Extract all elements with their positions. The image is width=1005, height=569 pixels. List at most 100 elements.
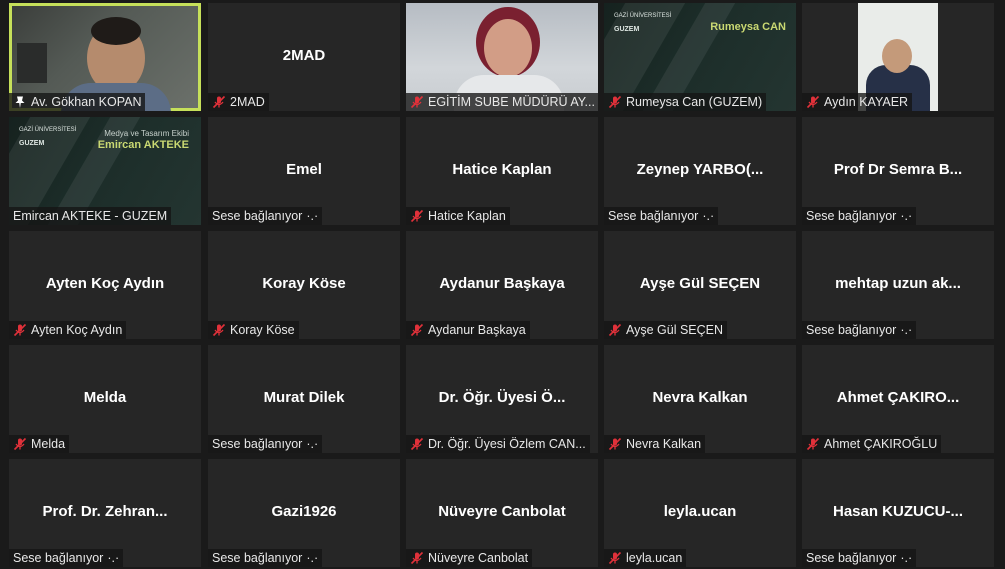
participant-tile-nevra[interactable]: Nevra Kalkan Nevra Kalkan (604, 345, 796, 453)
participant-tile-gokhan[interactable]: Av. Gökhan KOPAN (9, 3, 201, 111)
participant-name-text: Sese bağlanıyor (13, 551, 104, 565)
participant-name-label: Sese bağlanıyor ·.· (802, 549, 917, 567)
participant-display-name: Murat Dilek (263, 389, 345, 406)
participant-name-label: Hatice Kaplan (406, 207, 510, 225)
participant-display-name: Zeynep YARBO(... (636, 161, 764, 178)
participant-display-name: 2MAD (282, 47, 326, 64)
pin-icon (13, 95, 27, 109)
participant-tile-egitim[interactable]: EGİTİM SUBE MÜDÜRÜ AY... (406, 3, 598, 111)
participant-name-label: Melda (9, 435, 70, 453)
mic-muted-icon (608, 323, 622, 337)
mic-muted-icon (410, 437, 424, 451)
participant-name-label: 2MAD (208, 93, 269, 111)
participant-tile-leyla[interactable]: leyla.ucan leyla.ucan (604, 459, 796, 567)
participant-display-name: Prof. Dr. Zehran... (42, 503, 168, 520)
mic-muted-icon (410, 551, 424, 565)
participant-tile-2mad[interactable]: 2MAD 2MAD (208, 3, 400, 111)
participant-name-text: Sese bağlanıyor (212, 209, 303, 223)
participant-name-text: Nüveyre Canbolat (428, 551, 529, 565)
participant-name-label: Nüveyre Canbolat (406, 549, 533, 567)
connecting-dots-icon: ·.· (306, 209, 319, 223)
participant-display-name: mehtap uzun ak... (835, 275, 961, 292)
participant-name-label: Sese bağlanıyor ·.· (802, 207, 917, 225)
participant-name-label: Aydanur Başkaya (406, 321, 530, 339)
participant-tile-hasan[interactable]: Hasan KUZUCU-... Sese bağlanıyor ·.· (802, 459, 994, 567)
participant-tile-nuveyre[interactable]: Nüveyre Canbolat Nüveyre Canbolat (406, 459, 598, 567)
participant-tile-rumeysa[interactable]: GAZİ ÜNİVERSİTESİ GUZEM Rumeysa CAN Rumeysa… (604, 3, 796, 111)
connecting-dots-icon: ·.· (702, 209, 715, 223)
participant-name-text: Sese bağlanıyor (212, 551, 303, 565)
participant-tile-aysegul[interactable]: Ayşe Gül SEÇEN Ayşe Gül SEÇEN (604, 231, 796, 339)
connecting-dots-icon: ·.· (107, 551, 120, 565)
participant-tile-emircan[interactable]: GAZİ ÜNİVERSİTESİ GUZEM Medya ve Tasarım E… (9, 117, 201, 225)
participant-name-label: Ahmet ÇAKIROĞLU (802, 435, 942, 453)
participant-display-name: Ayşe Gül SEÇEN (639, 275, 761, 292)
participant-tile-zehran[interactable]: Prof. Dr. Zehran... Sese bağlanıyor ·.· (9, 459, 201, 567)
participant-name-text: Ahmet ÇAKIROĞLU (824, 437, 938, 451)
participant-name-label: Sese bağlanıyor ·.· (208, 207, 323, 225)
mic-muted-icon (212, 95, 226, 109)
participant-tile-mehtap[interactable]: mehtap uzun ak... Sese bağlanıyor ·.· (802, 231, 994, 339)
participant-tile-koray[interactable]: Koray Köse Koray Köse (208, 231, 400, 339)
participant-tile-ayten[interactable]: Ayten Koç Aydın Ayten Koç Aydın (9, 231, 201, 339)
banner-title: Rumeysa CAN (710, 21, 786, 33)
mic-muted-icon (806, 95, 820, 109)
participant-name-label: Sese bağlanıyor ·.· (9, 549, 124, 567)
guzem-logo: GAZİ ÜNİVERSİTESİ GUZEM (19, 127, 77, 147)
participant-display-name: Ahmet ÇAKIRO... (836, 389, 960, 406)
participant-tile-gazi[interactable]: Gazi1926 Sese bağlanıyor ·.· (208, 459, 400, 567)
participant-name-text: Melda (31, 437, 66, 451)
participant-name-text: leyla.ucan (626, 551, 683, 565)
participant-name-label: leyla.ucan (604, 549, 687, 567)
participant-tile-aydanur[interactable]: Aydanur Başkaya Aydanur Başkaya (406, 231, 598, 339)
connecting-dots-icon: ·.· (306, 551, 319, 565)
participant-name-label: Sese bağlanıyor ·.· (208, 435, 323, 453)
participant-name-label: Av. Gökhan KOPAN (9, 93, 146, 111)
participant-name-text: Hatice Kaplan (428, 209, 506, 223)
connecting-dots-icon: ·.· (306, 437, 319, 451)
participant-display-name: Melda (83, 389, 127, 406)
participant-name-label: Sese bağlanıyor ·.· (802, 321, 917, 339)
video-feed-face (882, 39, 912, 73)
mic-muted-icon (13, 323, 27, 337)
connecting-dots-icon: ·.· (900, 551, 913, 565)
mic-muted-icon (410, 323, 424, 337)
participant-display-name: Prof Dr Semra B... (833, 161, 963, 178)
mic-muted-icon (410, 95, 424, 109)
mic-muted-icon (608, 95, 622, 109)
participant-name-text: EGİTİM SUBE MÜDÜRÜ AY... (428, 95, 595, 109)
participant-display-name: Ayten Koç Aydın (45, 275, 165, 292)
participant-name-label: Ayşe Gül SEÇEN (604, 321, 728, 339)
participant-tile-emel[interactable]: Emel Sese bağlanıyor ·.· (208, 117, 400, 225)
participant-name-text: Sese bağlanıyor (212, 437, 303, 451)
participant-display-name: Nüveyre Canbolat (438, 503, 566, 520)
participant-tile-melda[interactable]: Melda Melda (9, 345, 201, 453)
participant-tile-ozlem[interactable]: Dr. Öğr. Üyesi Ö... Dr. Öğr. Üyesi Özlem … (406, 345, 598, 453)
mic-muted-icon (410, 209, 424, 223)
participant-tile-hatice[interactable]: Hatice Kaplan Hatice Kaplan (406, 117, 598, 225)
banner-title: Emircan AKTEKE (97, 139, 189, 151)
mic-muted-icon (13, 437, 27, 451)
participant-name-label: Koray Köse (208, 321, 299, 339)
video-feed (484, 19, 532, 77)
participant-tile-semra[interactable]: Prof Dr Semra B... Sese bağlanıyor ·.· (802, 117, 994, 225)
participant-name-text: Koray Köse (230, 323, 295, 337)
connecting-dots-icon: ·.· (900, 323, 913, 337)
participant-tile-ahmet[interactable]: Ahmet ÇAKIRO... Ahmet ÇAKIROĞLU (802, 345, 994, 453)
participant-name-text: Sese bağlanıyor (806, 323, 897, 337)
participant-name-label: Sese bağlanıyor ·.· (604, 207, 719, 225)
video-feed-lamp (17, 43, 47, 83)
participant-name-text: Aydın KAYAER (824, 95, 909, 109)
participant-name-text: Nevra Kalkan (626, 437, 702, 451)
participant-tile-murat[interactable]: Murat Dilek Sese bağlanıyor ·.· (208, 345, 400, 453)
participant-name-label: EGİTİM SUBE MÜDÜRÜ AY... (406, 93, 598, 111)
participant-name-text: Sese bağlanıyor (608, 209, 699, 223)
participant-tile-zeynep[interactable]: Zeynep YARBO(... Sese bağlanıyor ·.· (604, 117, 796, 225)
participant-name-label: Aydın KAYAER (802, 93, 913, 111)
participant-tile-aydin[interactable]: Aydın KAYAER (802, 3, 994, 111)
video-grid: Av. Gökhan KOPAN 2MAD 2MAD EGİTİM SUBE MÜDÜ… (0, 0, 1005, 569)
participant-name-text: Sese bağlanıyor (806, 551, 897, 565)
connecting-dots-icon: ·.· (900, 209, 913, 223)
guzem-logo: GAZİ ÜNİVERSİTESİ GUZEM (614, 13, 672, 33)
participant-name-label: Dr. Öğr. Üyesi Özlem CAN... (406, 435, 590, 453)
